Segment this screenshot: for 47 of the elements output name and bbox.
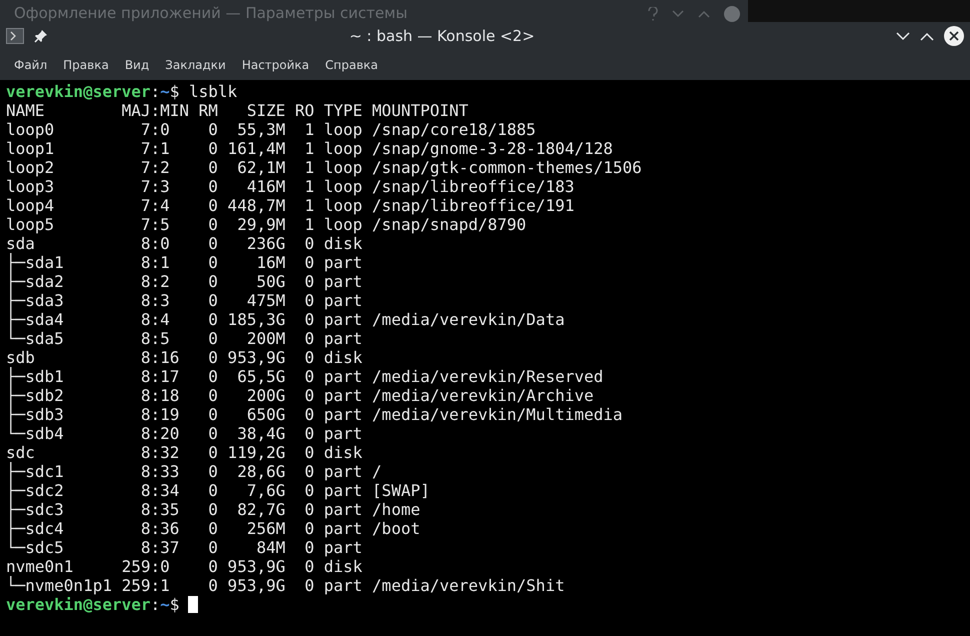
menu-item[interactable]: Вид — [116, 54, 158, 76]
prompt-symbol: $ — [170, 82, 180, 101]
terminal-output-line: sdb 8:16 0 953,9G 0 disk — [6, 348, 362, 367]
background-window-title: Оформление приложений — Параметры системы — [14, 4, 408, 22]
terminal-output-line: ├─sdc4 8:36 0 256M 0 part /boot — [6, 519, 420, 538]
terminal-output-line: ├─sdb2 8:18 0 200G 0 part /media/verevkin/Archive — [6, 386, 594, 405]
prompt-user-host: verevkin@server — [6, 595, 150, 614]
prompt-command: lsblk — [189, 82, 238, 101]
menu-item[interactable]: Правка — [55, 54, 117, 76]
terminal-output-line: NAME MAJ:MIN RM SIZE RO TYPE MOUNTPOINT — [6, 101, 468, 120]
pin-icon[interactable] — [34, 29, 48, 43]
terminal-output-line: loop5 7:5 0 29,9M 1 loop /snap/snapd/8790 — [6, 215, 526, 234]
terminal-output-line: loop1 7:1 0 161,4M 1 loop /snap/gnome-3-28-1804/128 — [6, 139, 613, 158]
menu-item[interactable]: Настройка — [234, 54, 318, 76]
terminal-output-line: ├─sdb1 8:17 0 65,5G 0 part /media/verevkin/Reserved — [6, 367, 604, 386]
prompt-separator: : — [150, 595, 160, 614]
terminal-output-line: └─sdb4 8:20 0 38,4G 0 part — [6, 424, 362, 443]
terminal-output-line: ├─sda4 8:4 0 185,3G 0 part /media/verevkin/Data — [6, 310, 565, 329]
prompt-path: ~ — [160, 82, 170, 101]
terminal-output-line: ├─sdc3 8:35 0 82,7G 0 part /home — [6, 500, 420, 519]
terminal-area[interactable] — [0, 80, 970, 636]
prompt-separator: : — [150, 82, 160, 101]
terminal-output-line: ├─sda1 8:1 0 16M 0 part — [6, 253, 362, 272]
terminal-output-line: ├─sda2 8:2 0 50G 0 part — [6, 272, 362, 291]
terminal-output-line: ├─sdb3 8:19 0 650G 0 part /media/verevkin/Multimedia — [6, 405, 622, 424]
terminal-output-line: loop4 7:4 0 448,7M 1 loop /snap/libreoffice/191 — [6, 196, 574, 215]
terminal-output-line: loop3 7:3 0 416M 1 loop /snap/libreoffice/183 — [6, 177, 574, 196]
terminal-output-line: ├─sdc1 8:33 0 28,6G 0 part / — [6, 462, 382, 481]
terminal-output-line: └─nvme0n1p1 259:1 0 953,9G 0 part /media/verevkin/Shit — [6, 576, 565, 595]
terminal-output-line: nvme0n1 259:0 0 953,9G 0 disk — [6, 557, 362, 576]
prompt-user-host: verevkin@server — [6, 82, 150, 101]
terminal-output-line: ├─sda3 8:3 0 475M 0 part — [6, 291, 362, 310]
menu-item[interactable]: Справка — [317, 54, 386, 76]
terminal-output-line: ├─sdc2 8:34 0 7,6G 0 part [SWAP] — [6, 481, 430, 500]
prompt-symbol: $ — [170, 595, 180, 614]
terminal-output-line: sdc 8:32 0 119,2G 0 disk — [6, 443, 362, 462]
terminal-output-line: └─sda5 8:5 0 200M 0 part — [6, 329, 362, 348]
window-title: ~ : bash — Konsole <2> — [348, 27, 536, 45]
close-icon[interactable] — [944, 26, 964, 46]
terminal-output-line: loop2 7:2 0 62,1M 1 loop /snap/gtk-common-themes/1506 — [6, 158, 642, 177]
menu-item[interactable]: Файл — [6, 54, 56, 76]
terminal-output-line: sda 8:0 0 236G 0 disk — [6, 234, 362, 253]
terminal-output-line: loop0 7:0 0 55,3M 1 loop /snap/core18/1885 — [6, 120, 536, 139]
prompt-path: ~ — [160, 595, 170, 614]
menu-item[interactable]: Закладки — [157, 54, 234, 76]
terminal-icon — [6, 28, 24, 44]
terminal-output-line: └─sdc5 8:37 0 84M 0 part — [6, 538, 362, 557]
